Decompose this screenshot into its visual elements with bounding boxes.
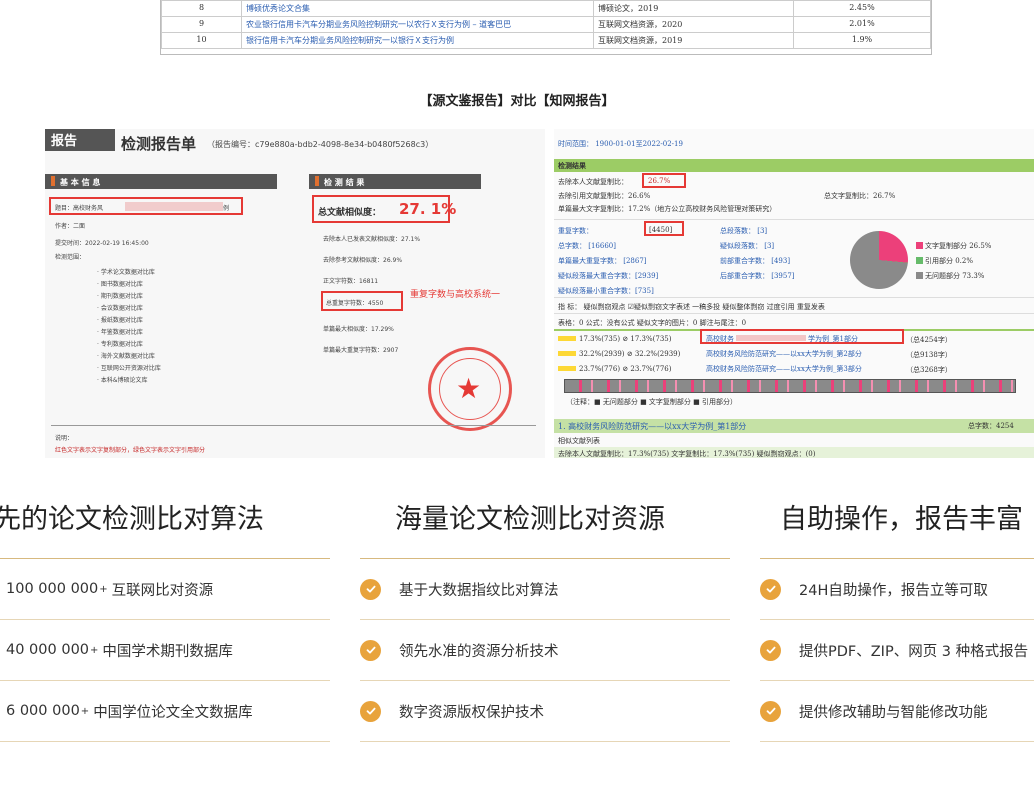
source-link[interactable]: 博硕优秀论文合集 bbox=[241, 0, 594, 17]
list-item: 6 000 000 + 中国学位论文全文数据库 bbox=[0, 681, 330, 742]
feature-column-selfservice: 自助操作，报告丰富 24H自助操作，报告立等可取 提供PDF、ZIP、网页 3 … bbox=[760, 495, 1034, 742]
report-corner-label: 报告 bbox=[45, 129, 115, 151]
cnki-report-image: 时间范围： 1900-01-01至2022-02-19 检测结果 去除本人文献复… bbox=[554, 129, 1034, 458]
total-similarity-value: 27. 1% bbox=[399, 200, 457, 218]
part-row[interactable]: 32.2%(2939) ⊘ 32.2%(2939) bbox=[558, 350, 680, 358]
similarity-distribution-bar bbox=[564, 379, 1016, 393]
source-link[interactable]: 农业银行信用卡汽车分期业务风险控制研究一以农行Ｘ支行为例 – 道客巴巴 bbox=[241, 16, 594, 33]
legend-item: 无问题部分 73.3% bbox=[916, 271, 984, 281]
check-icon bbox=[360, 578, 381, 600]
part-row[interactable]: 23.7%(776) ⊘ 23.7%(776) bbox=[558, 365, 671, 373]
legend-item: 引用部分 0.2% bbox=[916, 256, 973, 266]
list-item: 40 000 000 + 中国学术期刊数据库 bbox=[0, 620, 330, 681]
feature-heading: 海量论文检测比对资源 bbox=[395, 504, 665, 535]
list-item: 100 000 000 + 互联网比对资源 bbox=[0, 559, 330, 620]
list-item: 24H自助操作，报告立等可取 bbox=[760, 559, 1034, 620]
compare-title: 【源文鉴报告】对比【知网报告】 bbox=[419, 94, 615, 109]
total-similarity-label: 总文献相似度： bbox=[318, 208, 382, 218]
report-title: 检测报告单 bbox=[121, 135, 197, 153]
feature-column-resources: 海量论文检测比对资源 基于大数据指纹比对算法 领先水准的资源分析技术 数字资源版… bbox=[360, 495, 730, 742]
list-item: 数字资源版权保护技术 bbox=[360, 681, 730, 742]
check-icon bbox=[760, 578, 781, 600]
table-row: 8 博硕优秀论文合集 博硕论文，2019 2.45% bbox=[161, 0, 931, 17]
part-row[interactable]: 17.3%(735) ⊘ 17.3%(735) bbox=[558, 335, 671, 343]
list-item: 提供PDF、ZIP、网页 3 种格式报告 bbox=[760, 620, 1034, 681]
check-icon bbox=[360, 700, 381, 722]
check-icon bbox=[760, 700, 781, 722]
feature-column-algorithm: 领先的论文检测比对算法 100 000 000+互联网比对资源 40 000 0… bbox=[0, 495, 330, 742]
table-row: 9 农业银行信用卡汽车分期业务风险控制研究一以农行Ｘ支行为例 – 道客巴巴 互联… bbox=[161, 16, 931, 33]
check-icon bbox=[760, 639, 781, 661]
yuanwenjian-report-image: 报告 检测报告单 （报告编号：c79e880a-bdb2-4098-8e34-b… bbox=[45, 129, 545, 458]
list-item: 基于大数据指纹比对算法 bbox=[360, 559, 730, 620]
source-link[interactable]: 银行信用卡汽车分期业务风险控制研究一以银行Ｘ支行为例 bbox=[241, 32, 594, 49]
report-number: （报告编号：c79e880a-bdb2-4098-8e34-b0480f5268… bbox=[207, 140, 434, 149]
result-bar: 检 测 结 果 bbox=[309, 174, 481, 189]
part-link[interactable]: 高校财务风险防范研究——以xx大学为例_第3部分 bbox=[706, 364, 862, 374]
list-item: 领先水准的资源分析技术 bbox=[360, 620, 730, 681]
part-link[interactable]: 高校财务风险防范研究——以xx大学为例_第2部分 bbox=[706, 349, 862, 359]
list-item: 提供修改辅助与智能修改功能 bbox=[760, 681, 1034, 742]
similar-sources-table: 8 博硕优秀论文合集 博硕论文，2019 2.45% 9 农业银行信用卡汽车分期… bbox=[160, 0, 932, 55]
table-row: 10 银行信用卡汽车分期业务风险控制研究一以银行Ｘ支行为例 互联网文档资源，20… bbox=[161, 32, 931, 49]
basic-info-bar: 基 本 信 息 bbox=[45, 174, 277, 189]
feature-heading: 领先的论文检测比对算法 bbox=[0, 504, 264, 535]
annotation-note: 重复字数与高校系统一 bbox=[410, 290, 501, 300]
composition-pie-chart bbox=[850, 231, 908, 289]
check-icon bbox=[360, 639, 381, 661]
seal-star-icon: ★ bbox=[456, 372, 482, 405]
legend-item: 文字复制部分 26.5% bbox=[916, 241, 991, 251]
feature-heading: 自助操作，报告丰富 bbox=[780, 504, 1023, 535]
redacted-title bbox=[125, 202, 223, 211]
